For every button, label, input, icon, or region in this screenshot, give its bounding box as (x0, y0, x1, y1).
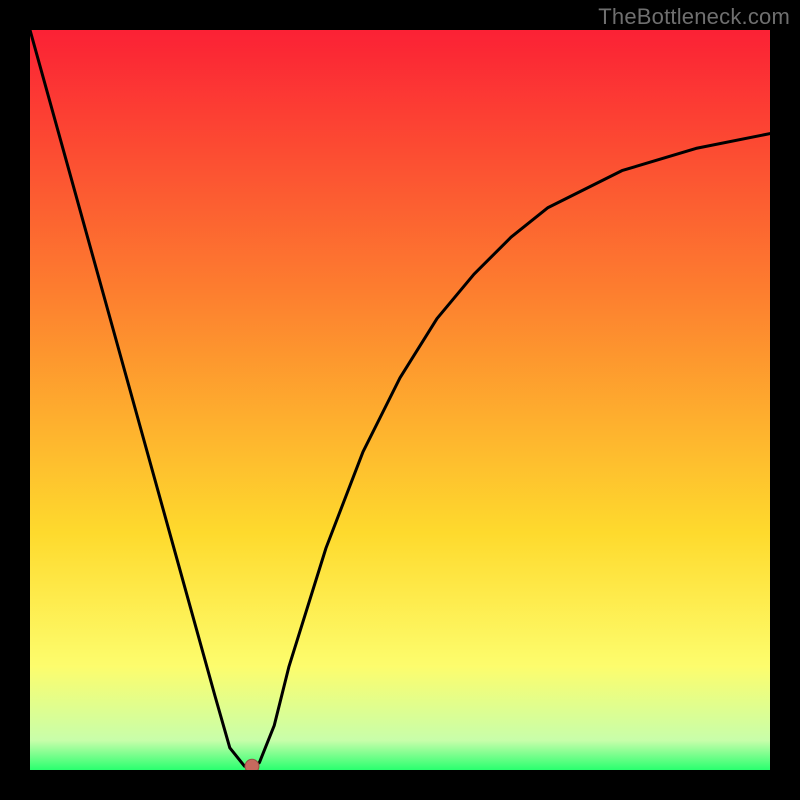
bottleneck-chart (30, 30, 770, 770)
chart-frame: TheBottleneck.com (0, 0, 800, 800)
marker-dot (245, 759, 259, 770)
gradient-background (30, 30, 770, 770)
watermark-text: TheBottleneck.com (598, 4, 790, 30)
plot-area (30, 30, 770, 770)
